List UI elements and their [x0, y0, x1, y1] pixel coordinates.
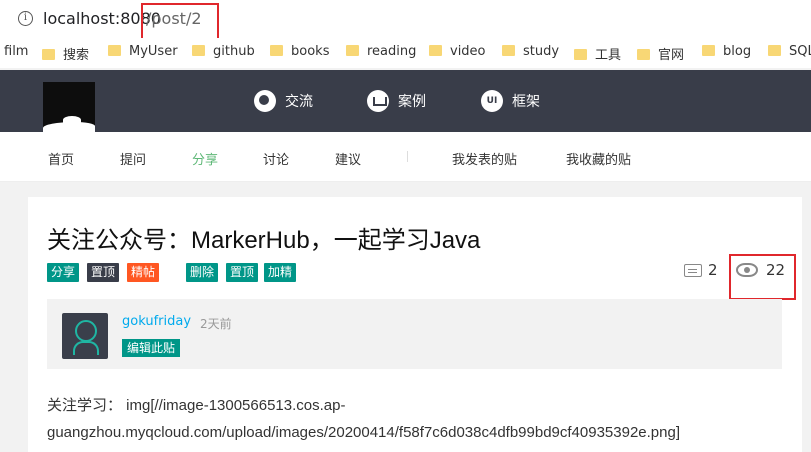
bookmark-myuser[interactable]: MyUser: [108, 44, 178, 62]
bookmark-blog[interactable]: blog: [702, 44, 751, 62]
folder-icon: [574, 49, 587, 60]
folder-icon: [637, 49, 650, 60]
info-icon[interactable]: i: [18, 11, 33, 26]
content-line: guangzhou.myqcloud.com/upload/images/202…: [47, 424, 681, 441]
content-line: 关注学习： img[//image-1300566513.cos.ap-: [47, 397, 346, 414]
folder-icon: [108, 45, 121, 56]
comment-count: 2: [684, 261, 718, 279]
badge-featured: 精帖: [127, 263, 160, 282]
subnav-discuss[interactable]: 讨论: [263, 149, 289, 168]
avatar[interactable]: [62, 313, 108, 359]
folder-icon: [429, 45, 442, 56]
post-title: 关注公众号：MarkerHub，一起学习Java: [47, 227, 481, 254]
delete-button[interactable]: 删除: [186, 263, 219, 282]
crown-icon: [367, 90, 389, 112]
folder-icon: [768, 45, 781, 56]
bookmark-search[interactable]: 搜索: [42, 44, 89, 63]
bookmark-github[interactable]: github: [192, 44, 255, 62]
bookmark-study[interactable]: study: [502, 44, 559, 62]
ui-icon: [481, 90, 503, 112]
comment-icon: [684, 263, 702, 277]
bookmark-film[interactable]: film: [4, 44, 28, 62]
sub-nav: 首页 提问 分享 讨论 建议 我发表的贴 我收藏的贴: [0, 132, 811, 182]
bookmark-official[interactable]: 官网: [637, 44, 684, 63]
nav-chat[interactable]: 交流: [254, 70, 313, 132]
subnav-share[interactable]: 分享: [192, 149, 218, 168]
bookmark-books[interactable]: books: [270, 44, 329, 62]
site-header: 交流 案例 框架: [0, 70, 811, 132]
badge-share: 分享: [47, 263, 80, 282]
bookmarks-bar: film 搜索 MyUser github books reading vide…: [0, 38, 811, 68]
post-card: 关注公众号：MarkerHub，一起学习Java 分享 置顶 精帖 删除 置顶 …: [28, 197, 802, 452]
nav-framework[interactable]: 框架: [481, 70, 540, 132]
author-box: gokufriday 2天前 编辑此贴: [47, 299, 782, 369]
bookmark-sql[interactable]: SQL: [768, 44, 811, 62]
folder-icon: [270, 45, 283, 56]
folder-icon: [192, 45, 205, 56]
subnav-my-favorites[interactable]: 我收藏的贴: [566, 149, 631, 168]
badge-top: 置顶: [87, 263, 120, 282]
bookmark-reading[interactable]: reading: [346, 44, 416, 62]
bookmark-video[interactable]: video: [429, 44, 486, 62]
nav-label: 框架: [512, 94, 540, 110]
address-bar[interactable]: i localhost:8080 /post/2: [0, 0, 811, 44]
set-top-button[interactable]: 置顶: [226, 263, 259, 282]
subnav-my-posts[interactable]: 我发表的贴: [452, 149, 517, 168]
chat-icon: [254, 90, 276, 112]
subnav-ask[interactable]: 提问: [120, 149, 146, 168]
set-featured-button[interactable]: 加精: [264, 263, 297, 282]
subnav-suggest[interactable]: 建议: [335, 149, 361, 168]
author-name[interactable]: gokufriday: [122, 314, 191, 329]
nav-cases[interactable]: 案例: [367, 70, 426, 132]
nav-label: 案例: [398, 94, 426, 110]
views-highlight-box: [729, 254, 796, 300]
folder-icon: [702, 45, 715, 56]
subnav-divider: [407, 151, 408, 162]
folder-icon: [346, 45, 359, 56]
post-time: 2天前: [200, 317, 232, 331]
folder-icon: [502, 45, 515, 56]
edit-post-button[interactable]: 编辑此贴: [122, 339, 181, 357]
post-content: 关注学习： img[//image-1300566513.cos.ap- gua…: [47, 392, 787, 446]
folder-icon: [42, 49, 55, 60]
nav-label: 交流: [285, 94, 313, 110]
subnav-home[interactable]: 首页: [48, 149, 74, 168]
bookmark-tools[interactable]: 工具: [574, 44, 621, 63]
site-logo[interactable]: [43, 82, 95, 132]
